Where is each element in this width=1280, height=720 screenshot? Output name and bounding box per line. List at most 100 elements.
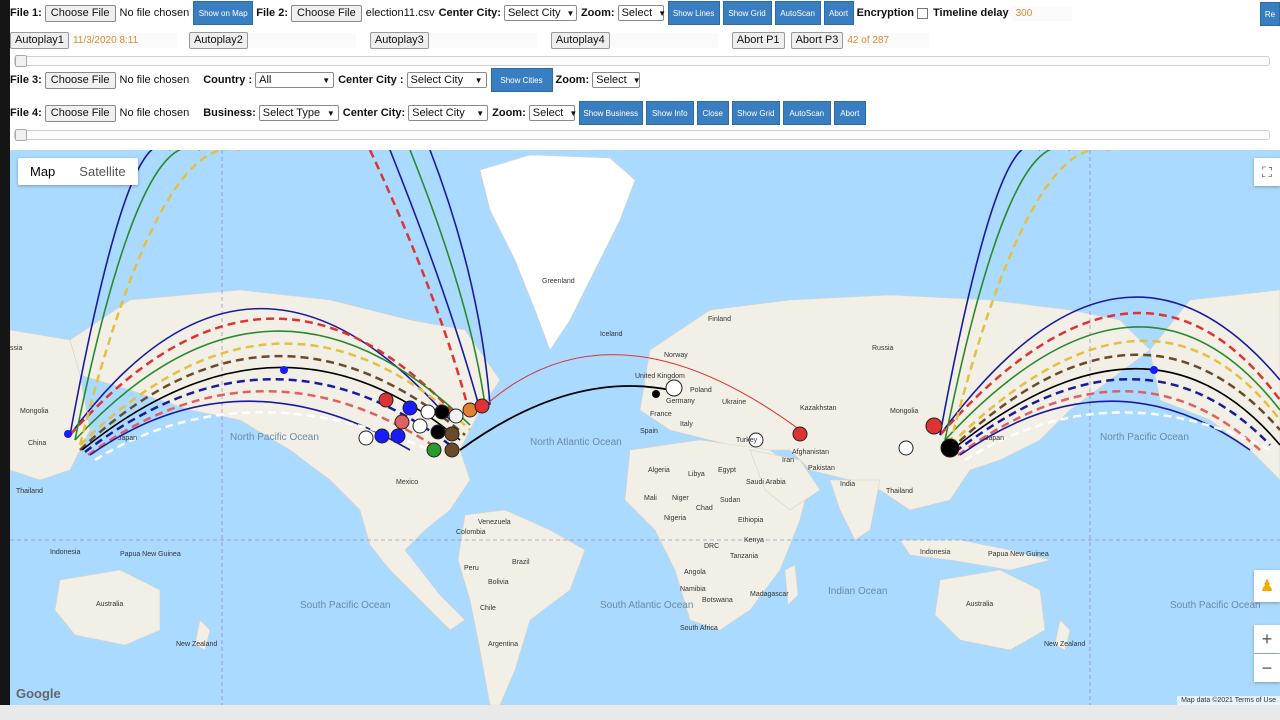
show-info-button[interactable]: Show Info [645,101,694,125]
chevron-down-icon: ▼ [569,108,578,118]
close-button[interactable]: Close [696,101,729,125]
business-select[interactable]: Select Type ▼ [258,105,339,121]
zoom-select-3[interactable]: Select ▼ [592,72,641,88]
bottom-scrollbar[interactable] [0,705,1280,720]
center-city-label-3: Center City : [338,74,404,86]
map-label: Indonesia [50,549,80,556]
slider-thumb[interactable] [15,129,27,141]
street-view-pegman[interactable]: ♟ [1254,570,1280,602]
chevron-down-icon: ▼ [566,8,575,18]
map-label: Turkey [736,437,758,444]
autoplay1-button[interactable]: Autoplay1 [10,31,69,49]
map-label: Libya [688,471,705,478]
map-label: Ethiopia [738,517,763,524]
center-city-select[interactable]: Select City ▼ [503,5,577,21]
timeline-delay-label: Timeline delay [933,7,1009,19]
file2-choose-button[interactable]: Choose File [291,4,362,22]
timeline-slider-1[interactable] [14,55,1270,67]
reset-button[interactable]: Re [1260,2,1280,26]
file1-choose-button[interactable]: Choose File [44,4,116,22]
map-label: Brazil [512,559,530,566]
map-attribution: Map data ©2021 Terms of Use [1177,696,1280,705]
map-marker [665,379,683,397]
plus-icon: + [1261,628,1273,649]
zoom-select[interactable]: Select ▼ [617,5,667,21]
google-logo: Google [16,686,61,701]
autoplay3-button[interactable]: Autoplay3 [369,31,429,49]
autoscan-button[interactable]: AutoScan [774,1,821,25]
map-label: Afghanistan [792,449,829,456]
map-type-satellite-button[interactable]: Satellite [67,158,137,185]
fullscreen-button[interactable]: ⛶ [1254,158,1280,186]
map-view[interactable]: Greenland Iceland Finland Norway United … [10,150,1280,705]
map-label: Mongolia [890,408,919,415]
file4-choose-button[interactable]: Choose File [44,104,116,122]
center-city-select-3[interactable]: Select City ▼ [406,72,487,88]
abort-button-4[interactable]: Abort [833,101,866,125]
show-business-button[interactable]: Show Business [578,101,643,125]
show-grid-button[interactable]: Show Grid [722,1,772,25]
map-label: Papua New Guinea [120,551,181,558]
map-marker [420,404,436,420]
show-grid-button-4[interactable]: Show Grid [731,101,780,125]
abort-p3-button[interactable]: Abort P3 [790,31,844,49]
timeline-delay-input[interactable]: 300 [1011,5,1072,21]
landmass-madagascar [784,564,799,606]
zoom-in-button[interactable]: + [1254,625,1280,653]
chevron-down-icon: ▼ [326,108,335,118]
slider-thumb[interactable] [15,55,27,67]
toolbar-row-4: File 4: Choose File No file chosen Busin… [10,101,1280,125]
autoplay3-field[interactable] [428,32,537,48]
landmass-india [829,479,881,541]
show-lines-button[interactable]: Show Lines [667,1,720,25]
map-label: Thailand [886,488,913,495]
chevron-down-icon: ▼ [632,75,641,85]
map-label: Nigeria [664,515,686,522]
autoplay2-button[interactable]: Autoplay2 [188,31,248,49]
abort-button[interactable]: Abort [823,1,854,25]
chevron-down-icon: ▼ [474,75,483,85]
map-marker [434,404,450,420]
zoom-select-4[interactable]: Select ▼ [528,105,578,121]
map-label: Kazakhstan [800,405,837,412]
map-label: Algeria [648,467,670,474]
show-on-map-button[interactable]: Show on Map [193,1,254,25]
autoplay1-time-field[interactable]: 11/3/2020 8:11 [68,32,177,48]
map-label: Poland [690,387,712,394]
terms-link[interactable]: Terms of Use [1235,697,1276,704]
autoplay4-button[interactable]: Autoplay4 [550,31,610,49]
timeline-slider-2[interactable] [14,129,1270,141]
map-label: Tanzania [730,553,758,560]
map-label: Spain [640,428,658,435]
autoplay4-field[interactable] [609,32,718,48]
autoplay2-field[interactable] [247,32,356,48]
country-select[interactable]: All ▼ [255,72,335,88]
center-city-select-4[interactable]: Select City ▼ [408,105,489,121]
map-label: Bolivia [488,579,509,586]
show-cities-button[interactable]: Show Cities [490,68,553,92]
chevron-down-icon: ▼ [658,8,667,18]
map-label: DRC [704,543,719,550]
file3-choose-button[interactable]: Choose File [44,71,116,89]
abort-p1-button[interactable]: Abort P1 [731,31,785,49]
map-marker [394,414,410,430]
map-type-map-button[interactable]: Map [18,158,67,185]
landmass-greenland [479,154,636,351]
map-canvas: Greenland Iceland Finland Norway United … [10,150,1280,705]
map-marker [652,390,660,398]
zoom-label: Zoom: [580,7,615,19]
map-label: Argentina [488,641,518,648]
map-type-control: Map Satellite [18,158,138,185]
encryption-checkbox[interactable] [917,7,929,19]
map-label: Australia [966,601,993,608]
map-label: Mexico [396,479,418,486]
map-label: Australia [96,601,123,608]
toolbar-row-3: File 3: Choose File No file chosen Count… [10,68,1280,92]
map-label: Niger [672,495,689,502]
map-label: Italy [680,421,693,428]
zoom-out-button[interactable]: − [1254,654,1280,682]
map-label: Finland [708,316,731,323]
autoscan-button-4[interactable]: AutoScan [782,101,831,125]
map-label: ssia [10,345,23,352]
file3-status: No file chosen [119,74,190,86]
